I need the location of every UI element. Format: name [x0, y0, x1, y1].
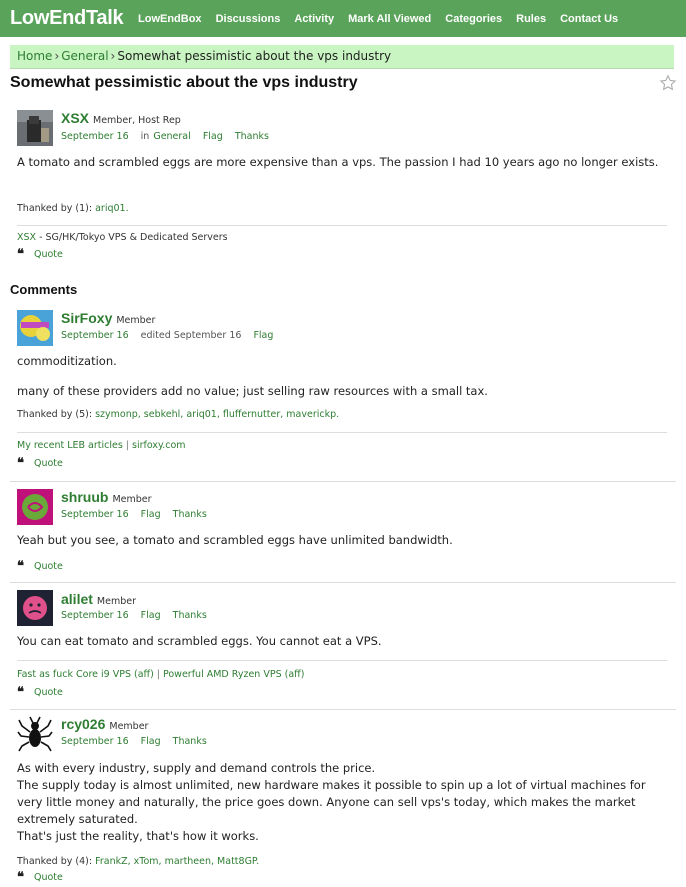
flag-link[interactable]: Flag: [141, 610, 161, 621]
thanks-link[interactable]: Thanks: [173, 610, 207, 621]
thanks-link[interactable]: Thanks: [235, 131, 269, 142]
breadcrumb-current: Somewhat pessimistic about the vps indus…: [117, 49, 392, 63]
in-label: in: [140, 131, 150, 142]
post-category-link[interactable]: General: [153, 131, 190, 142]
comment-meta: September 16 Flag Thanks: [61, 509, 216, 520]
signature-divider: [17, 432, 667, 433]
author-name[interactable]: SirFoxy Member: [61, 310, 155, 326]
comment-body: Yeah but you see, a tomato and scrambled…: [17, 533, 453, 547]
quote-icon: ❝: [17, 455, 24, 471]
thanked-names[interactable]: szymonp, sebkehl, ariq01, fluffernutter,…: [95, 409, 339, 420]
flag-link[interactable]: Flag: [141, 509, 161, 520]
signature-link[interactable]: Powerful AMD Ryzen VPS (aff): [163, 669, 304, 680]
comment-body: As with every industry, supply and deman…: [17, 761, 646, 843]
site-logo[interactable]: LowEndTalk: [0, 7, 138, 30]
thanked-by: Thanked by (5): szymonp, sebkehl, ariq01…: [17, 409, 340, 420]
author-role: Member, Host Rep: [93, 115, 181, 126]
signature: My recent LEB articles | sirfoxy.com: [17, 440, 186, 451]
author-role: Member: [96, 596, 136, 607]
thanked-names[interactable]: FrankZ, xTom, martheen, Matt8GP.: [95, 856, 259, 867]
comment-date[interactable]: September 16: [61, 509, 129, 520]
comment-body: You can eat tomato and scrambled eggs. Y…: [17, 634, 382, 648]
breadcrumb-separator: ›: [54, 49, 60, 63]
quote-button[interactable]: ❝ Quote: [17, 455, 63, 471]
quote-button[interactable]: ❝ Quote: [17, 246, 63, 262]
breadcrumb: Home › General › Somewhat pessimistic about …: [10, 45, 674, 69]
author-name[interactable]: XSX Member, Host Rep: [61, 110, 181, 126]
comment-body: many of these providers add no value; ju…: [17, 384, 488, 398]
quote-button[interactable]: ❝ Quote: [17, 869, 63, 885]
comment-date[interactable]: September 16: [61, 330, 129, 341]
thanked-names[interactable]: ariq01.: [95, 203, 129, 214]
comment-separator: [10, 709, 676, 710]
nav-categories[interactable]: Categories: [445, 13, 502, 25]
avatar[interactable]: [17, 310, 53, 346]
post-meta: September 16 in General Flag Thanks: [61, 131, 278, 142]
quote-icon: ❝: [17, 869, 24, 885]
author-name[interactable]: shruub Member: [61, 489, 152, 505]
signature: Fast as fuck Core i9 VPS (aff) | Powerful …: [17, 669, 305, 680]
flag-link[interactable]: Flag: [253, 330, 273, 341]
top-nav-bar: LowEndTalk LowEndBox Discussions Activit…: [0, 0, 686, 37]
avatar[interactable]: [17, 716, 53, 752]
post-body: A tomato and scrambled eggs are more exp…: [17, 155, 659, 169]
comment-meta: September 16 Flag Thanks: [61, 736, 216, 747]
author-name[interactable]: rcy026 Member: [61, 716, 148, 732]
comment-date[interactable]: September 16: [61, 610, 129, 621]
bookmark-star-icon[interactable]: [659, 74, 677, 92]
comment-meta: September 16 edited September 16 Flag: [61, 330, 282, 341]
edited-label: edited September 16: [140, 330, 242, 341]
author-role: Member: [116, 315, 156, 326]
signature-divider: [17, 660, 667, 661]
quote-button[interactable]: ❝ Quote: [17, 684, 63, 700]
comment-separator: [10, 582, 676, 583]
nav-activity[interactable]: Activity: [294, 13, 334, 25]
nav-rules[interactable]: Rules: [516, 13, 546, 25]
page-title: Somewhat pessimistic about the vps indus…: [10, 74, 358, 91]
comment-separator: [10, 481, 676, 482]
signature: XSX - SG/HK/Tokyo VPS & Dedicated Server…: [17, 232, 228, 243]
comments-heading: Comments: [10, 282, 78, 297]
breadcrumb-home[interactable]: Home: [17, 49, 52, 63]
post-date[interactable]: September 16: [61, 131, 129, 142]
author-role: Member: [112, 494, 152, 505]
nav-mark-all-viewed[interactable]: Mark All Viewed: [348, 13, 431, 25]
signature-link[interactable]: Fast as fuck Core i9 VPS (aff): [17, 669, 154, 680]
quote-icon: ❝: [17, 246, 24, 262]
quote-icon: ❝: [17, 684, 24, 700]
comment-date[interactable]: September 16: [61, 736, 129, 747]
signature-link[interactable]: sirfoxy.com: [132, 440, 186, 451]
thanks-link[interactable]: Thanks: [173, 736, 207, 747]
signature-divider: [17, 225, 667, 226]
main-nav: LowEndBox Discussions Activity Mark All …: [138, 13, 632, 25]
avatar[interactable]: [17, 489, 53, 525]
nav-contact-us[interactable]: Contact Us: [560, 13, 618, 25]
signature-link[interactable]: My recent LEB articles: [17, 440, 123, 451]
quote-button[interactable]: ❝ Quote: [17, 558, 63, 574]
signature-link[interactable]: XSX: [17, 232, 36, 243]
comment-body: commoditization.: [17, 354, 117, 368]
comment-meta: September 16 Flag Thanks: [61, 610, 216, 621]
avatar[interactable]: [17, 110, 53, 146]
breadcrumb-separator: ›: [110, 49, 116, 63]
author-role: Member: [109, 721, 149, 732]
avatar[interactable]: [17, 590, 53, 626]
author-name[interactable]: alilet Member: [61, 591, 136, 607]
quote-icon: ❝: [17, 558, 24, 574]
nav-lowendbox[interactable]: LowEndBox: [138, 13, 202, 25]
thanks-link[interactable]: Thanks: [173, 509, 207, 520]
thanked-by: Thanked by (4): FrankZ, xTom, martheen, …: [17, 856, 260, 867]
nav-discussions[interactable]: Discussions: [216, 13, 281, 25]
flag-link[interactable]: Flag: [141, 736, 161, 747]
flag-link[interactable]: Flag: [203, 131, 223, 142]
thanked-by: Thanked by (1): ariq01.: [17, 203, 129, 214]
breadcrumb-category[interactable]: General: [61, 49, 108, 63]
